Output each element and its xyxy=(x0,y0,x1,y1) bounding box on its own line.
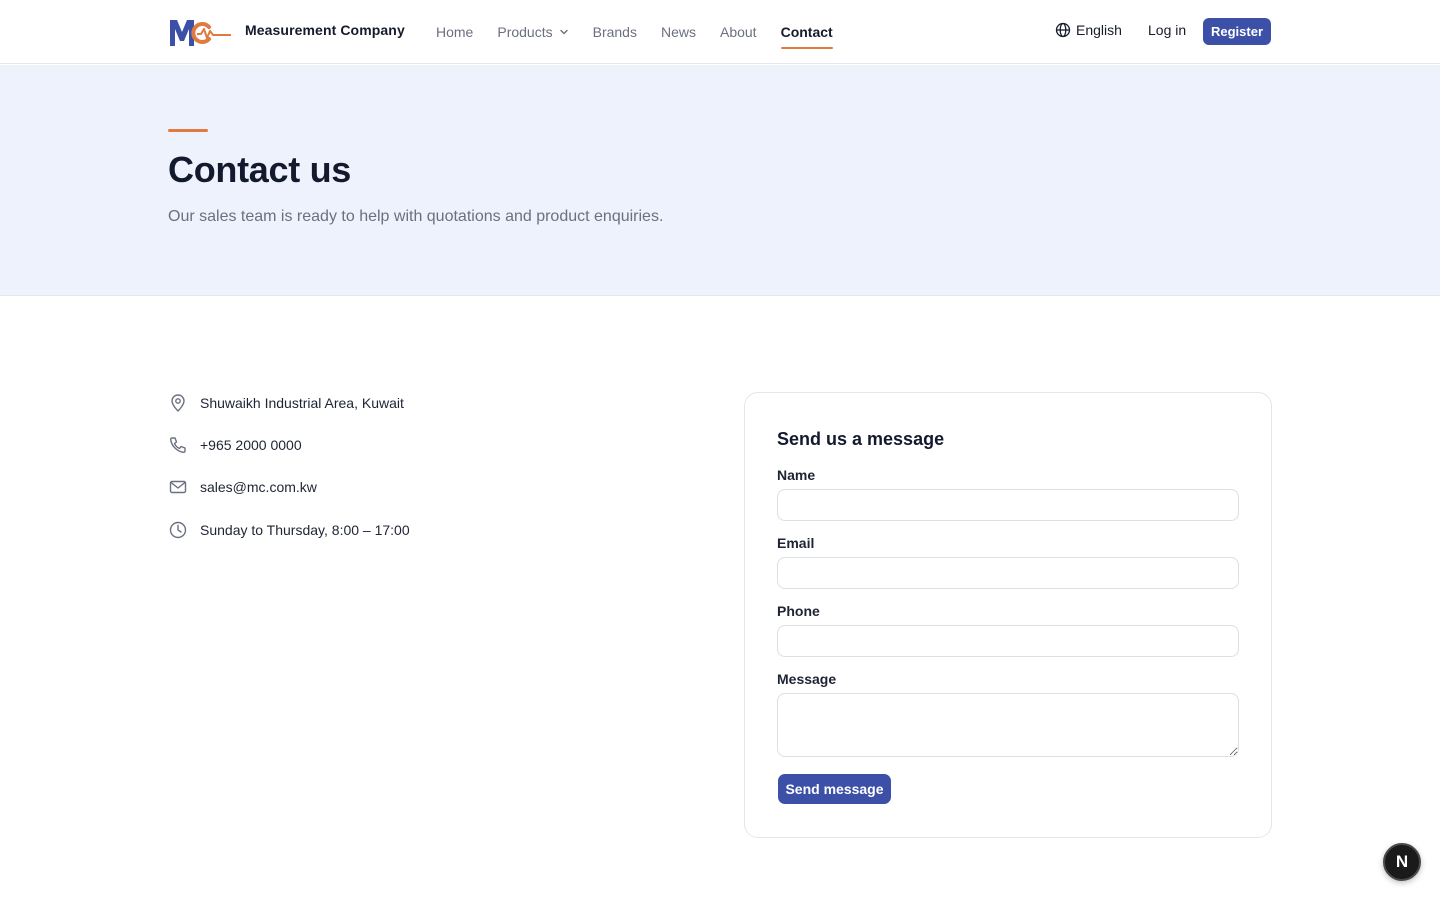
login-link[interactable]: Log in xyxy=(1148,22,1186,38)
main-nav: Home Products Brands News About Contact xyxy=(436,0,857,64)
address-text: Shuwaikh Industrial Area, Kuwait xyxy=(200,395,404,411)
contact-form-card: Send us a message Name Email Phone Messa… xyxy=(744,392,1272,838)
contact-address: Shuwaikh Industrial Area, Kuwait xyxy=(168,393,404,413)
name-field[interactable] xyxy=(777,489,1239,521)
contact-hours: Sunday to Thursday, 8:00 – 17:00 xyxy=(168,520,410,540)
brand-name[interactable]: Measurement Company xyxy=(245,22,405,38)
email-link[interactable]: sales@mc.com.kw xyxy=(200,479,317,495)
name-label: Name xyxy=(777,467,816,483)
nav-about[interactable]: About xyxy=(720,0,757,64)
nav-brands-label: Brands xyxy=(592,24,637,40)
site-header: Measurement Company Home Products Brands… xyxy=(0,0,1440,64)
send-message-button[interactable]: Send message xyxy=(778,774,891,804)
nav-home[interactable]: Home xyxy=(436,0,473,64)
contact-email: sales@mc.com.kw xyxy=(168,477,317,497)
contact-phone: +965 2000 0000 xyxy=(168,435,302,455)
nav-contact-label: Contact xyxy=(780,24,833,40)
nav-home-label: Home xyxy=(436,24,474,40)
email-label: Email xyxy=(777,535,815,551)
message-label: Message xyxy=(777,671,837,687)
nav-brands[interactable]: Brands xyxy=(593,0,637,64)
message-field[interactable] xyxy=(777,693,1239,757)
register-button[interactable]: Register xyxy=(1203,18,1271,45)
mc-logo[interactable] xyxy=(168,16,232,48)
nav-products[interactable]: Products xyxy=(497,0,568,64)
language-selector[interactable]: English xyxy=(1055,22,1122,38)
phone-label: Phone xyxy=(777,603,820,619)
nav-about-label: About xyxy=(719,24,757,40)
hours-text: Sunday to Thursday, 8:00 – 17:00 xyxy=(200,522,410,538)
nav-contact[interactable]: Contact xyxy=(780,0,833,64)
page-title: Contact us xyxy=(168,149,352,190)
page-subtitle: Our sales team is ready to help with quo… xyxy=(168,208,664,225)
nav-news[interactable]: News xyxy=(661,0,696,64)
nav-news-label: News xyxy=(660,24,696,40)
page-hero: Contact us Our sales team is ready to he… xyxy=(0,65,1440,296)
phone-link[interactable]: +965 2000 0000 xyxy=(200,437,302,453)
chevron-down-icon xyxy=(559,29,568,35)
clock-icon xyxy=(169,521,187,539)
nav-products-label: Products xyxy=(497,24,553,40)
phone-field[interactable] xyxy=(777,625,1239,657)
phone-icon xyxy=(169,437,186,454)
hero-accent-bar xyxy=(168,129,208,132)
email-field[interactable] xyxy=(777,557,1239,589)
language-label: English xyxy=(1076,22,1122,38)
map-pin-icon xyxy=(171,394,185,412)
mail-icon xyxy=(169,480,187,494)
globe-icon xyxy=(1055,22,1071,38)
form-title: Send us a message xyxy=(777,429,945,449)
next-dev-indicator-button[interactable]: N xyxy=(1383,843,1421,881)
